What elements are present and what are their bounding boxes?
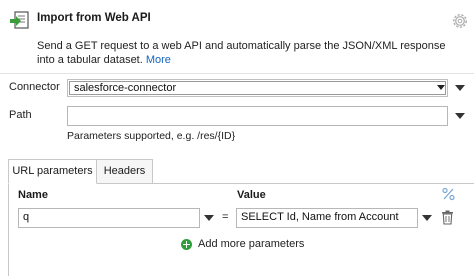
gear-icon[interactable]: [451, 12, 469, 30]
path-label: Path: [9, 109, 32, 121]
description-text: Send a GET request to a web API and auto…: [37, 40, 446, 66]
add-parameter-label: Add more parameters: [198, 238, 305, 250]
path-options-button[interactable]: [455, 113, 465, 119]
percent-variable-icon[interactable]: [441, 187, 456, 201]
param-value-options-button[interactable]: [422, 215, 432, 221]
param-name-input[interactable]: q: [18, 208, 200, 228]
name-column-header: Name: [18, 189, 48, 201]
step-description: Send a GET request to a web API and auto…: [37, 39, 447, 67]
param-operator: =: [222, 211, 229, 223]
connector-options-button[interactable]: [455, 85, 465, 91]
tab-url-parameters[interactable]: URL parameters: [8, 159, 97, 184]
value-column-header: Value: [237, 189, 266, 201]
chevron-down-icon: [437, 85, 445, 90]
tab-headers[interactable]: Headers: [96, 159, 153, 184]
more-link[interactable]: More: [146, 54, 171, 66]
param-value-input[interactable]: SELECT Id, Name from Account: [236, 208, 418, 228]
path-input[interactable]: [67, 106, 448, 126]
connector-label: Connector: [9, 81, 60, 93]
step-title: Import from Web API: [37, 12, 151, 24]
plus-circle-icon: [181, 238, 192, 250]
step-header: Import from Web API Send a GET request t…: [0, 0, 474, 74]
path-hint: Parameters supported, e.g. /res/{ID}: [67, 130, 236, 142]
connector-value: salesforce-connector: [69, 81, 446, 95]
trash-icon[interactable]: [441, 210, 454, 225]
param-name-options-button[interactable]: [204, 215, 214, 221]
web-api-import-icon: [10, 11, 29, 29]
connector-select[interactable]: salesforce-connector: [67, 79, 448, 97]
add-parameter-button[interactable]: Add more parameters: [181, 238, 304, 250]
